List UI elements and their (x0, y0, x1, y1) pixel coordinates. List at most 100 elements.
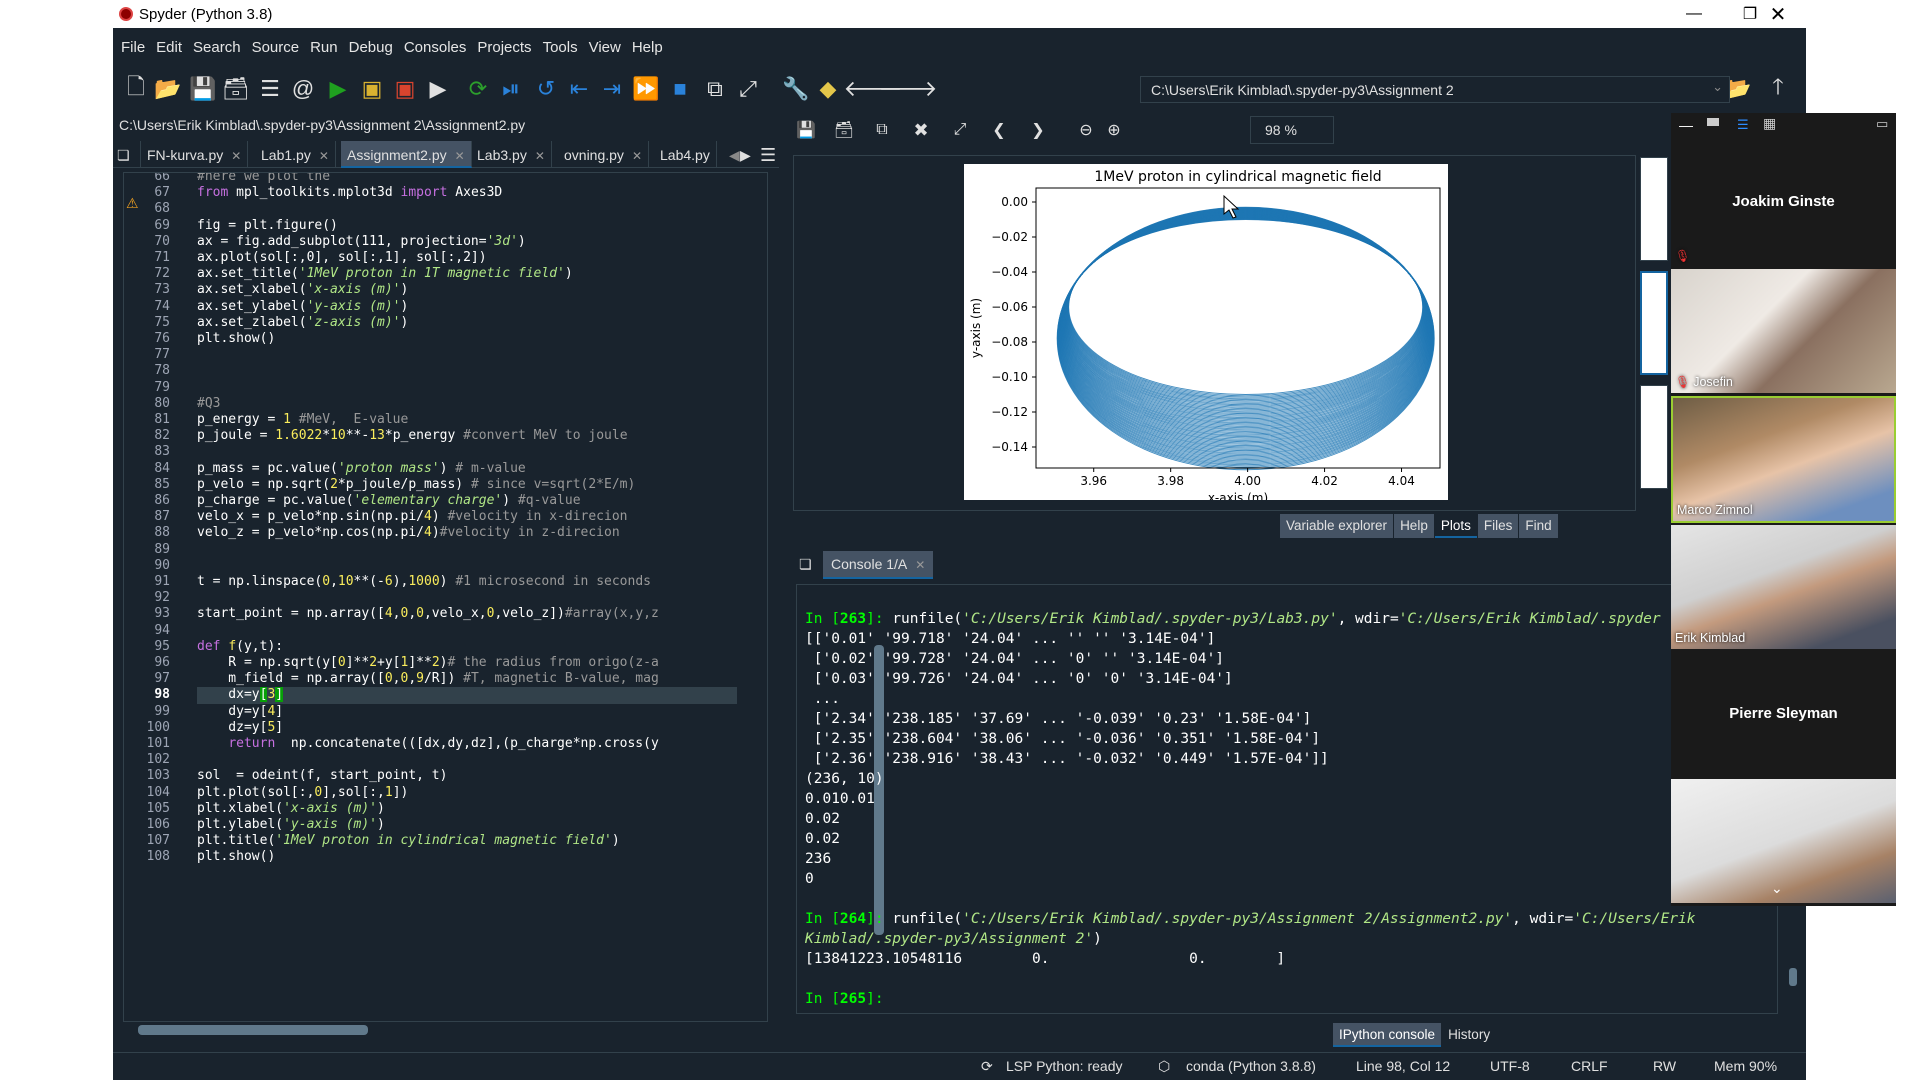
zoom-in-icon[interactable]: ⊕ (1101, 117, 1127, 143)
open-file-icon[interactable]: 📂 (153, 74, 183, 104)
warning-icon[interactable]: ⚠ (126, 195, 139, 212)
list-icon[interactable]: ☰ (255, 74, 285, 104)
step-icon[interactable]: ↺ (531, 74, 561, 104)
tab-plots[interactable]: Plots (1434, 514, 1477, 538)
editor-file-path: C:\Users\Erik Kimblad\.spyder-py3\Assign… (119, 117, 526, 133)
console-scrollbar[interactable] (1786, 908, 1800, 1008)
tab-ovning[interactable]: ovning.py ✕ (558, 141, 649, 168)
copy-plot-icon[interactable]: ⧉ (869, 117, 895, 143)
minimize-panel-icon[interactable]: — (1679, 117, 1693, 133)
plots-toolbar: 💾 🗃 ⧉ ✖ ⤢ ❮ ❯ ⊖ ⊕ (793, 117, 1253, 143)
save-plot-icon[interactable]: 💾 (793, 117, 819, 143)
overlay-edge (1897, 110, 1920, 910)
maximize-pane-icon[interactable]: ⧉ (700, 74, 730, 104)
plot-canvas[interactable]: 1MeV proton in cylindrical magnetic fiel… (964, 164, 1448, 505)
step-into-icon[interactable]: ⇤ (564, 74, 594, 104)
code-line: t = np.linspace(0,10**(-6),1000) #1 micr… (197, 574, 651, 589)
menu-tools[interactable]: Tools (543, 39, 578, 56)
preferences-icon[interactable]: 🔧 (781, 74, 811, 104)
remove-plot-icon[interactable]: ✖ (908, 117, 934, 143)
menu-run[interactable]: Run (310, 39, 338, 56)
menu-debug[interactable]: Debug (349, 39, 393, 56)
menu-search[interactable]: Search (193, 39, 241, 56)
save-all-plots-icon[interactable]: 🗃 (831, 117, 857, 143)
tab-lab4[interactable]: Lab4.py (654, 141, 717, 168)
chevron-down-icon[interactable]: ⌄ (1771, 880, 1783, 897)
menu-file[interactable]: File (121, 39, 145, 56)
thumbnail-view-icon[interactable] (1707, 118, 1719, 126)
run-icon[interactable]: ▶ (323, 74, 353, 104)
x-axis-label: x-axis (m) (1208, 491, 1268, 500)
tab-fn-kurva[interactable]: FN-kurva.py ✕ (141, 141, 249, 168)
run-cell-icon[interactable]: ▣ (357, 74, 387, 104)
tab-lab3[interactable]: Lab3.py ✕ (471, 141, 552, 168)
participant-tile[interactable]: Joakim Ginste 🎙 (1671, 143, 1896, 267)
next-plot-icon[interactable]: ❯ (1025, 117, 1051, 143)
tab-console-1a[interactable]: Console 1/A ✕ (823, 551, 934, 579)
step-return-icon[interactable]: ⇥ (597, 74, 627, 104)
exit-panel-icon[interactable]: ▭ (1876, 116, 1888, 132)
at-icon[interactable]: @ (288, 74, 318, 104)
close-icon[interactable]: ✕ (1750, 0, 1806, 28)
tab-assignment2[interactable]: Assignment2.py ✕ (341, 141, 472, 168)
menu-consoles[interactable]: Consoles (404, 39, 467, 56)
run-selection-icon[interactable]: ▶ (423, 74, 453, 104)
zoom-level-field[interactable]: 98 % (1250, 116, 1334, 144)
stop-icon[interactable]: ■ (665, 74, 695, 104)
participant-tile[interactable]: Pierre Sleyman (1671, 651, 1896, 777)
participant-tile[interactable]: ⌄ (1671, 779, 1896, 903)
tab-lab1[interactable]: Lab1.py ✕ (255, 141, 336, 168)
chevron-down-icon[interactable]: ⌄ (1712, 79, 1723, 95)
continue-icon[interactable]: ⏩ (631, 74, 661, 104)
console-prompt[interactable]: In [265]: (805, 989, 884, 1009)
console-list-icon[interactable]: ❏ (799, 556, 812, 573)
browse-tabs-icon[interactable]: ❏ (113, 141, 141, 168)
menu-help[interactable]: Help (632, 39, 663, 56)
menu-edit[interactable]: Edit (156, 39, 182, 56)
minimize-icon[interactable]: — (1666, 0, 1722, 28)
plot-thumbnail[interactable] (1640, 271, 1668, 375)
participant-tile-active-speaker[interactable]: Marco Zimnol (1671, 396, 1896, 523)
zoom-out-icon[interactable]: ⊖ (1073, 117, 1099, 143)
working-directory-input[interactable]: C:\Users\Erik Kimblad\.spyder-py3\Assign… (1140, 76, 1730, 103)
code-area[interactable]: #here we plot the from mpl_toolkits.mplot… (197, 173, 737, 1021)
tab-find[interactable]: Find (1519, 514, 1558, 538)
participant-name: Pierre Sleyman (1729, 705, 1838, 722)
spyder-window: Spyder (Python 3.8) — ❐ ✕ File Edit Sear… (113, 0, 1806, 1080)
rerun-icon[interactable]: ⟳ (463, 74, 493, 104)
code-line: dx=y[3] (197, 687, 737, 704)
plot-thumbnail[interactable] (1640, 385, 1668, 489)
editor-options-icon[interactable]: ☰ (756, 141, 780, 168)
gallery-view-icon[interactable]: ▦ (1763, 115, 1776, 132)
tab-ipython-console[interactable]: IPython console (1333, 1023, 1442, 1047)
chart-title: 1MeV proton in cylindrical magnetic fiel… (1094, 169, 1381, 185)
parent-dir-icon[interactable]: 🡑 (1763, 74, 1793, 104)
participant-tile[interactable]: 🎙 Josefin (1671, 269, 1896, 393)
forward-arrow-icon[interactable]: 🡒 (879, 74, 938, 104)
tab-variable-explorer[interactable]: Variable explorer (1280, 514, 1394, 538)
tab-files[interactable]: Files (1477, 514, 1519, 538)
new-file-icon[interactable]: 🗋 (121, 74, 151, 104)
editor-horizontal-scrollbar[interactable] (131, 1024, 761, 1036)
previous-plot-icon[interactable]: ❮ (986, 117, 1012, 143)
tab-help[interactable]: Help (1394, 514, 1434, 538)
lsp-status: LSP Python: ready (1006, 1058, 1123, 1074)
ipython-console[interactable]: In [263]: runfile('C:/Users/Erik Kimblad… (796, 584, 1778, 1014)
menu-projects[interactable]: Projects (477, 39, 531, 56)
fullscreen-icon[interactable]: ⤢ (733, 74, 763, 104)
save-icon[interactable]: 💾 (188, 74, 218, 104)
tab-history[interactable]: History (1442, 1023, 1497, 1047)
remove-all-plots-icon[interactable]: ⤢ (947, 117, 973, 143)
code-editor[interactable]: 66 67 68 69 70 71 72 73 74 75 76 77 78 79 80 81 82 83 84 85… (123, 172, 768, 1022)
python-path-icon[interactable]: ◆ (813, 74, 843, 104)
participant-tile[interactable]: Erik Kimblad (1671, 525, 1896, 649)
run-cell-advance-icon[interactable]: ▣ (390, 74, 420, 104)
menu-source[interactable]: Source (252, 39, 300, 56)
debug-icon[interactable]: ⏯ (496, 74, 526, 104)
code-line: velo_z = p_velo*np.cos(np.pi/4)#velocity… (197, 525, 620, 541)
plot-thumbnail[interactable] (1640, 157, 1668, 261)
tab-scroll-right-icon[interactable]: ▶ (738, 141, 753, 168)
speaker-view-icon[interactable]: ☰ (1737, 117, 1749, 133)
save-all-icon[interactable]: 🗃 (221, 74, 251, 104)
menu-view[interactable]: View (589, 39, 621, 56)
